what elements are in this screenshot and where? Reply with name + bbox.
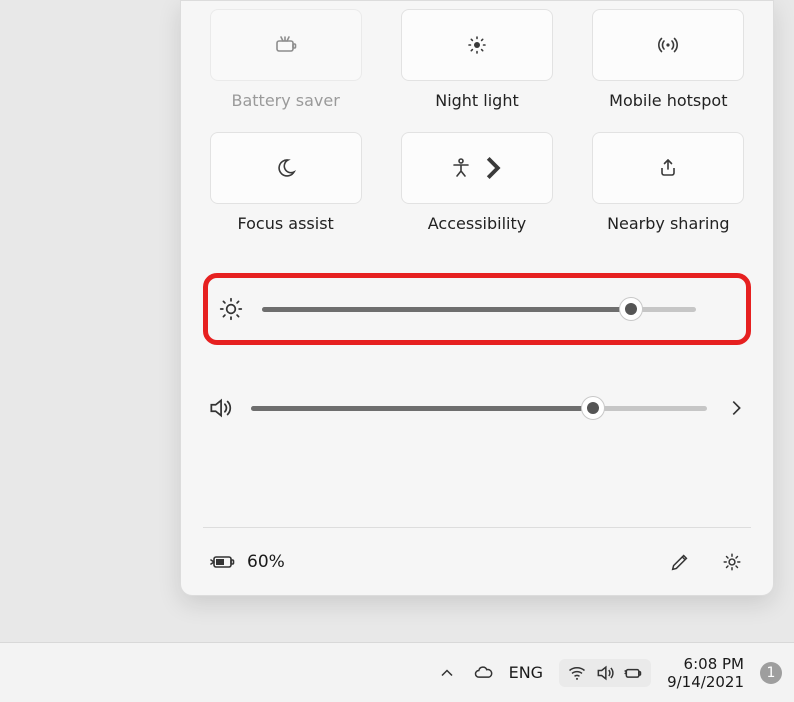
wifi-icon xyxy=(567,663,587,683)
taskbar: ENG 6:08 PM 9/14/2021 1 xyxy=(0,642,794,702)
night-light-label: Night light xyxy=(435,91,519,110)
mobile-hotspot-tile[interactable] xyxy=(592,9,744,81)
panel-footer: 60% xyxy=(203,527,751,595)
brightness-slider-row xyxy=(203,273,751,345)
tile-group-mobile-hotspot: Mobile hotspot xyxy=(586,9,751,110)
taskbar-date: 9/14/2021 xyxy=(667,673,744,691)
pencil-icon xyxy=(669,551,691,573)
brightness-slider-thumb[interactable] xyxy=(619,297,643,321)
volume-flyout-button[interactable] xyxy=(725,397,747,419)
speaker-icon xyxy=(207,395,233,421)
onedrive-icon[interactable] xyxy=(473,663,493,683)
mobile-hotspot-label: Mobile hotspot xyxy=(609,91,727,110)
focus-assist-label: Focus assist xyxy=(238,214,334,233)
taskbar-quick-settings-button[interactable] xyxy=(559,659,651,687)
taskbar-time: 6:08 PM xyxy=(684,655,744,673)
speaker-tray-icon xyxy=(595,663,615,683)
tile-group-battery-saver: Battery saver xyxy=(203,9,368,110)
volume-slider[interactable] xyxy=(251,406,707,411)
night-light-icon xyxy=(465,33,489,57)
system-tray: ENG 6:08 PM 9/14/2021 1 xyxy=(437,655,782,691)
share-icon xyxy=(656,156,680,180)
taskbar-clock[interactable]: 6:08 PM 9/14/2021 xyxy=(667,655,744,691)
battery-saver-tile[interactable] xyxy=(210,9,362,81)
sliders-section xyxy=(203,273,751,437)
quick-settings-panel: Battery saver Night light xyxy=(180,0,774,596)
battery-percent-label: 60% xyxy=(247,552,285,572)
language-indicator[interactable]: ENG xyxy=(509,663,543,682)
battery-tray-icon xyxy=(623,663,643,683)
accessibility-label: Accessibility xyxy=(428,214,526,233)
chevron-right-icon xyxy=(481,156,505,180)
quick-action-grid: Battery saver Night light xyxy=(203,1,751,233)
notification-count: 1 xyxy=(767,665,776,681)
accessibility-icon xyxy=(449,156,473,180)
battery-plugged-icon xyxy=(209,552,237,572)
tile-group-accessibility: Accessibility xyxy=(394,132,559,233)
tile-group-night-light: Night light xyxy=(394,9,559,110)
accessibility-tile[interactable] xyxy=(401,132,553,204)
tile-group-nearby-sharing: Nearby sharing xyxy=(586,132,751,233)
brightness-icon xyxy=(218,296,244,322)
gear-icon xyxy=(721,551,743,573)
notification-center-button[interactable]: 1 xyxy=(760,662,782,684)
battery-status[interactable]: 60% xyxy=(209,552,285,572)
hotspot-icon xyxy=(656,33,680,57)
battery-saver-label: Battery saver xyxy=(231,91,339,110)
focus-assist-tile[interactable] xyxy=(210,132,362,204)
nearby-sharing-tile[interactable] xyxy=(592,132,744,204)
battery-saver-icon xyxy=(274,33,298,57)
edit-quick-settings-button[interactable] xyxy=(667,549,693,575)
nearby-sharing-label: Nearby sharing xyxy=(607,214,730,233)
volume-slider-thumb[interactable] xyxy=(581,396,605,420)
brightness-slider[interactable] xyxy=(262,307,696,312)
settings-button[interactable] xyxy=(719,549,745,575)
tray-overflow-button[interactable] xyxy=(437,663,457,683)
night-light-tile[interactable] xyxy=(401,9,553,81)
tile-group-focus-assist: Focus assist xyxy=(203,132,368,233)
volume-slider-row xyxy=(203,379,751,437)
moon-icon xyxy=(274,156,298,180)
